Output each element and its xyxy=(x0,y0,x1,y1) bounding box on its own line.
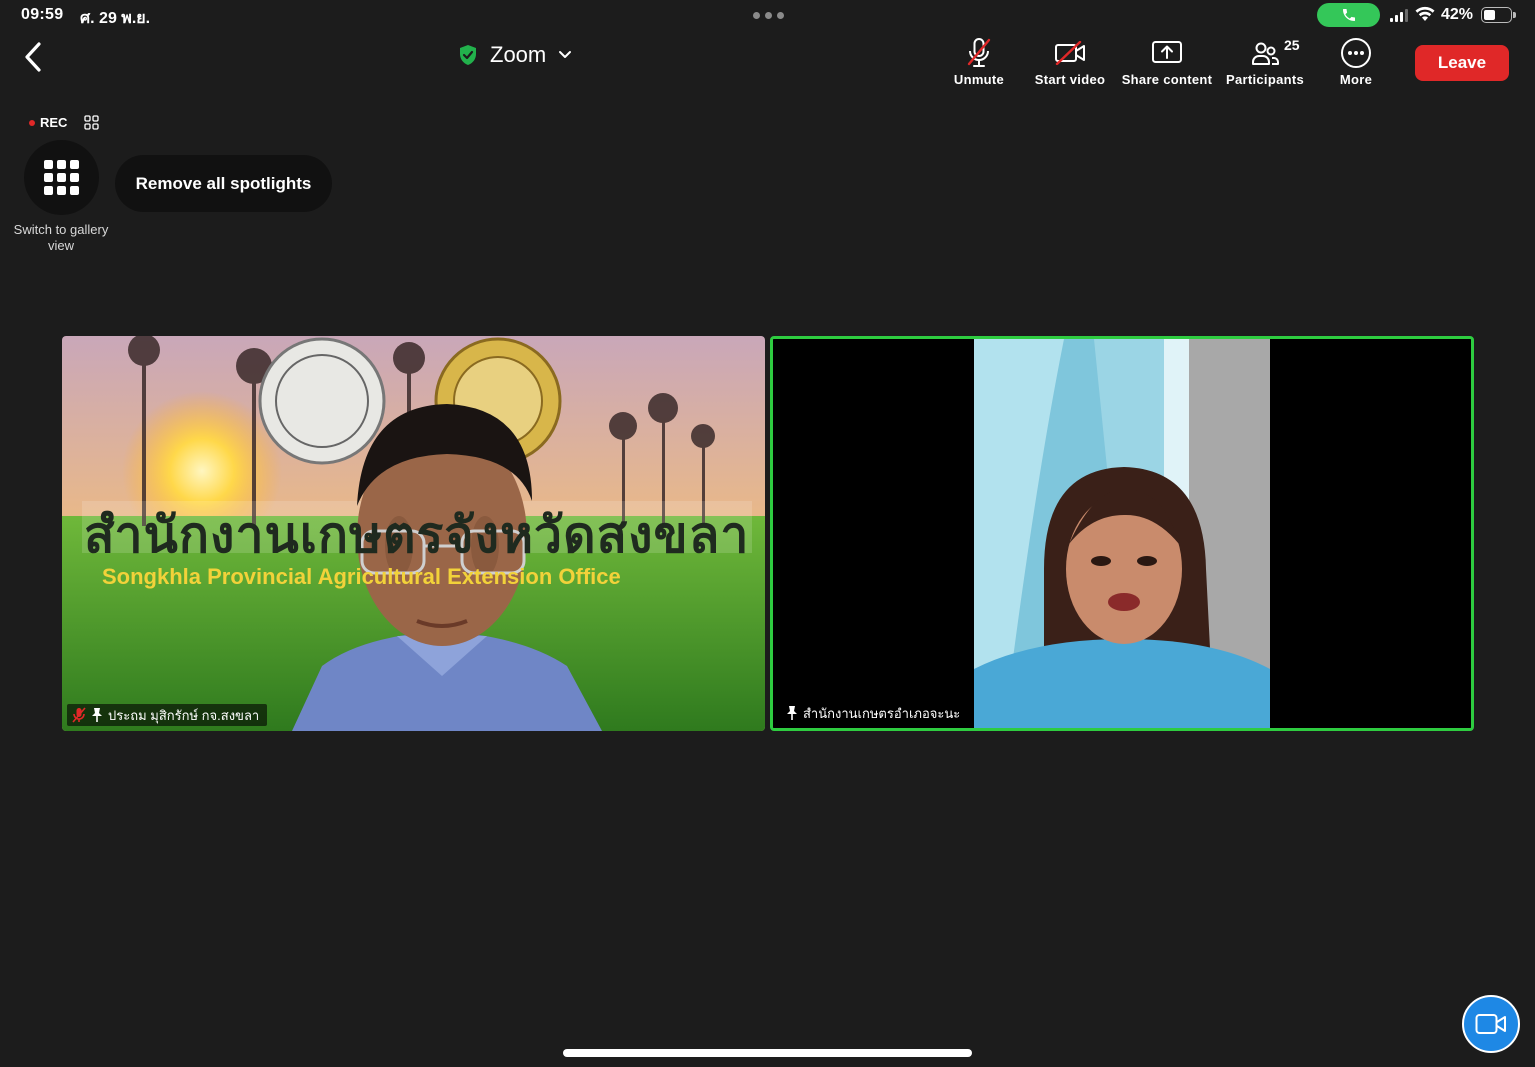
more-button[interactable]: More xyxy=(1333,36,1379,87)
self-video-button[interactable] xyxy=(1462,995,1520,1053)
chevron-left-icon xyxy=(25,42,41,72)
battery-percentage: 42% xyxy=(1441,6,1474,23)
phone-icon xyxy=(1342,9,1355,21)
share-content-button[interactable]: Share content xyxy=(1118,36,1216,87)
battery-icon xyxy=(1481,7,1516,23)
microphone-muted-icon xyxy=(72,707,86,723)
meeting-title-dropdown[interactable]: Zoom xyxy=(458,42,572,68)
layout-grid-icon[interactable] xyxy=(84,115,99,130)
pin-icon xyxy=(92,708,102,722)
switch-to-gallery-button[interactable] xyxy=(24,140,99,215)
microphone-muted-icon xyxy=(967,38,991,67)
participant-name: สำนักงานเกษตรอำเภอจะนะ xyxy=(803,705,961,721)
participants-icon xyxy=(1252,42,1279,65)
chevron-down-icon xyxy=(559,51,572,58)
video-feed-2 xyxy=(773,339,1471,728)
pin-icon xyxy=(787,706,797,720)
share-screen-icon xyxy=(1152,41,1182,63)
more-label: More xyxy=(1339,72,1373,87)
wifi-icon xyxy=(1415,6,1435,21)
banner-title-english: Songkhla Provincial Agricultural Extensi… xyxy=(102,564,621,589)
participants-label: Participants xyxy=(1225,72,1304,87)
shield-check-icon xyxy=(460,45,476,65)
recording-label: REC xyxy=(40,115,68,130)
participant-name-tag: ประถม มุสิกรักษ์ กจ.สงขลา xyxy=(67,704,268,726)
participant-name-tag: สำนักงานเกษตรอำเภอจะนะ xyxy=(781,702,968,724)
participants-count: 25 xyxy=(1284,37,1300,53)
start-video-button[interactable]: Start video xyxy=(1031,36,1109,87)
remove-all-spotlights-button[interactable]: Remove all spotlights xyxy=(115,155,332,212)
gallery-grid-icon xyxy=(43,159,79,195)
recording-dot-icon xyxy=(29,119,35,126)
start-video-label: Start video xyxy=(1034,72,1106,87)
unmute-button[interactable]: Unmute xyxy=(950,36,1008,87)
video-off-icon xyxy=(1055,41,1085,65)
video-tile-speaker-1[interactable]: สำนักงานเกษตรจังหวัดสงขลา Songkhla Provi… xyxy=(62,336,765,731)
video-tile-speaker-2-active[interactable]: สำนักงานเกษตรอำเภอจะนะ xyxy=(770,336,1474,731)
status-time: 09:59 xyxy=(21,6,64,23)
zoom-meeting-screen: 09:59 ศ. 29 พ.ย. 42% Zoom Unmute Start v… xyxy=(0,0,1535,1067)
recording-indicator[interactable]: REC xyxy=(29,115,67,130)
share-content-label: Share content xyxy=(1121,72,1213,87)
back-button[interactable] xyxy=(18,40,48,74)
switch-to-gallery-label: Switch to gallery view xyxy=(13,222,109,253)
participant-name: ประถม มุสิกรักษ์ กจ.สงขลา xyxy=(108,707,260,723)
video-camera-icon xyxy=(1475,1014,1506,1034)
home-indicator[interactable] xyxy=(563,1049,972,1057)
cellular-signal-icon xyxy=(1390,9,1408,22)
more-icon xyxy=(1341,38,1371,68)
leave-button[interactable]: Leave xyxy=(1415,45,1509,81)
status-date: ศ. 29 พ.ย. xyxy=(80,10,151,27)
unmute-label: Unmute xyxy=(953,72,1005,87)
multitasking-dots[interactable] xyxy=(753,12,784,19)
active-call-indicator[interactable] xyxy=(1317,3,1380,27)
meeting-title: Zoom xyxy=(490,42,547,67)
